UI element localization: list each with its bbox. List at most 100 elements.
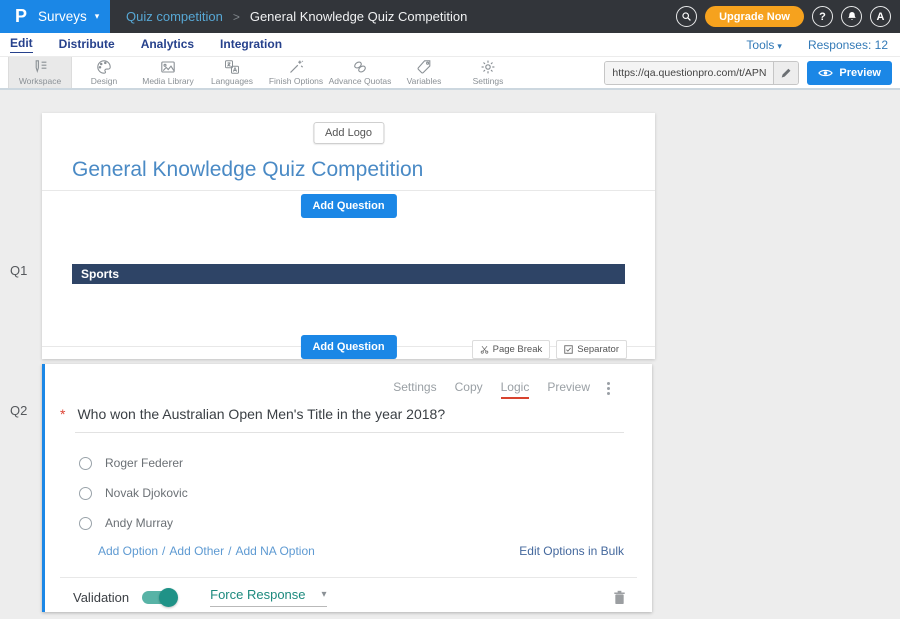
translate-icon (224, 59, 240, 75)
notifications-button[interactable] (841, 6, 862, 27)
tab-integration[interactable]: Integration (220, 37, 282, 53)
question-preview-link[interactable]: Preview (547, 380, 590, 399)
toolbar-label: Finish Options (269, 76, 323, 86)
answer-option-label[interactable]: Novak Djokovic (105, 486, 188, 500)
page-break-button[interactable]: Page Break (472, 340, 551, 359)
validation-row: Validation Force Response ▾ (73, 584, 626, 610)
answer-option-row[interactable]: Novak Djokovic (79, 486, 188, 500)
bell-icon (846, 10, 858, 23)
chain-icon (352, 59, 368, 75)
toolbar-label: Languages (211, 76, 253, 86)
validation-label: Validation (73, 590, 129, 605)
separator-button[interactable]: Separator (556, 340, 627, 359)
answer-option-label[interactable]: Andy Murray (105, 516, 173, 530)
workspace-icon (32, 59, 48, 75)
answer-option-label[interactable]: Roger Federer (105, 456, 183, 470)
add-question-button-top[interactable]: Add Question (300, 194, 396, 218)
q1-section-header[interactable]: Sports (72, 264, 625, 284)
kebab-dot (607, 382, 610, 385)
question-field-underline (75, 432, 624, 433)
toolbar-languages[interactable]: Languages (200, 57, 264, 88)
tab-distribute[interactable]: Distribute (59, 37, 115, 53)
survey-url-input[interactable] (605, 62, 773, 84)
question-card-q2: Settings Copy Logic Preview * Who won th… (42, 364, 652, 612)
radio-icon[interactable] (79, 457, 92, 470)
app-window: P Surveys ▾ Quiz competition > General K… (0, 0, 900, 619)
question-number-q2: Q2 (10, 403, 27, 418)
validation-toggle[interactable] (142, 591, 176, 604)
toolbar-advance-quotas[interactable]: Advance Quotas (328, 57, 392, 88)
radio-icon[interactable] (79, 487, 92, 500)
answer-option-row[interactable]: Andy Murray (79, 516, 173, 530)
tag-icon (416, 59, 432, 75)
upgrade-now-button[interactable]: Upgrade Now (705, 6, 804, 27)
required-marker: * (60, 406, 65, 422)
toolbar-right: Preview (604, 57, 900, 88)
survey-title[interactable]: General Knowledge Quiz Competition (72, 158, 423, 182)
question-copy-link[interactable]: Copy (455, 380, 483, 399)
toolbar-settings[interactable]: Settings (456, 57, 520, 88)
breadcrumb-separator: > (233, 10, 240, 24)
tab-edit[interactable]: Edit (10, 36, 33, 53)
radio-icon[interactable] (79, 517, 92, 530)
kebab-dot (607, 392, 610, 395)
tab-analytics[interactable]: Analytics (141, 37, 194, 53)
questionpro-logo: P (15, 6, 27, 27)
survey-url-box (604, 61, 799, 85)
help-button[interactable]: ? (812, 6, 833, 27)
toolbar-label: Design (91, 76, 117, 86)
eye-icon (818, 68, 833, 78)
link-separator: / (162, 544, 165, 558)
breadcrumb-parent[interactable]: Quiz competition (126, 9, 223, 24)
toolbar-label: Workspace (19, 76, 61, 86)
chevron-down-icon: ▾ (322, 589, 327, 600)
toggle-knob (159, 588, 178, 607)
edit-options-in-bulk-link[interactable]: Edit Options in Bulk (519, 544, 624, 558)
add-question-button-bottom[interactable]: Add Question (300, 335, 396, 359)
question-settings-link[interactable]: Settings (393, 380, 436, 399)
link-separator: / (228, 544, 231, 558)
edit-url-button[interactable] (773, 62, 798, 84)
avatar[interactable]: A (870, 6, 891, 27)
chevron-down-icon: ▾ (95, 11, 100, 22)
answer-option-row[interactable]: Roger Federer (79, 456, 183, 470)
toolbar-workspace[interactable]: Workspace (8, 57, 72, 88)
responses-count: Responses: 12 (808, 38, 888, 52)
divider (60, 577, 637, 578)
add-option-link[interactable]: Add Option (98, 544, 158, 558)
top-header: P Surveys ▾ Quiz competition > General K… (0, 0, 900, 33)
toolbar-variables[interactable]: Variables (392, 57, 456, 88)
toolbar-label: Variables (407, 76, 442, 86)
add-na-option-link[interactable]: Add NA Option (235, 544, 314, 558)
tools-menu[interactable]: Tools▾ (746, 38, 782, 52)
question-text[interactable]: Who won the Australian Open Men's Title … (77, 406, 445, 422)
toolbar-finish-options[interactable]: Finish Options (264, 57, 328, 88)
question-number-q1: Q1 (10, 263, 27, 278)
toolbar-label: Advance Quotas (329, 76, 392, 86)
header-actions: Upgrade Now ? A (676, 6, 900, 27)
separator-label: Separator (577, 344, 619, 355)
surveys-menu-label: Surveys (38, 9, 87, 24)
delete-question-button[interactable] (613, 590, 626, 605)
preview-button[interactable]: Preview (807, 61, 892, 85)
question-logic-link[interactable]: Logic (501, 380, 530, 399)
question-more-menu[interactable] (605, 380, 612, 397)
add-other-link[interactable]: Add Other (169, 544, 224, 558)
toolbar-design[interactable]: Design (72, 57, 136, 88)
search-button[interactable] (676, 6, 697, 27)
trash-icon (613, 590, 626, 605)
main-nav: Edit Distribute Analytics Integration To… (0, 33, 900, 57)
search-icon (680, 10, 693, 23)
validation-type-value: Force Response (210, 587, 305, 602)
validation-type-dropdown[interactable]: Force Response ▾ (210, 587, 326, 607)
page-break-label: Page Break (493, 344, 543, 355)
pencil-icon (780, 67, 792, 79)
palette-icon (96, 59, 112, 75)
add-logo-button[interactable]: Add Logo (313, 122, 384, 144)
surveys-product-menu[interactable]: P Surveys ▾ (0, 0, 110, 33)
scissors-icon (480, 345, 489, 354)
toolbar-media-library[interactable]: Media Library (136, 57, 200, 88)
chevron-down-icon: ▾ (777, 41, 782, 51)
tools-label: Tools (746, 38, 774, 52)
wand-icon (288, 59, 304, 75)
